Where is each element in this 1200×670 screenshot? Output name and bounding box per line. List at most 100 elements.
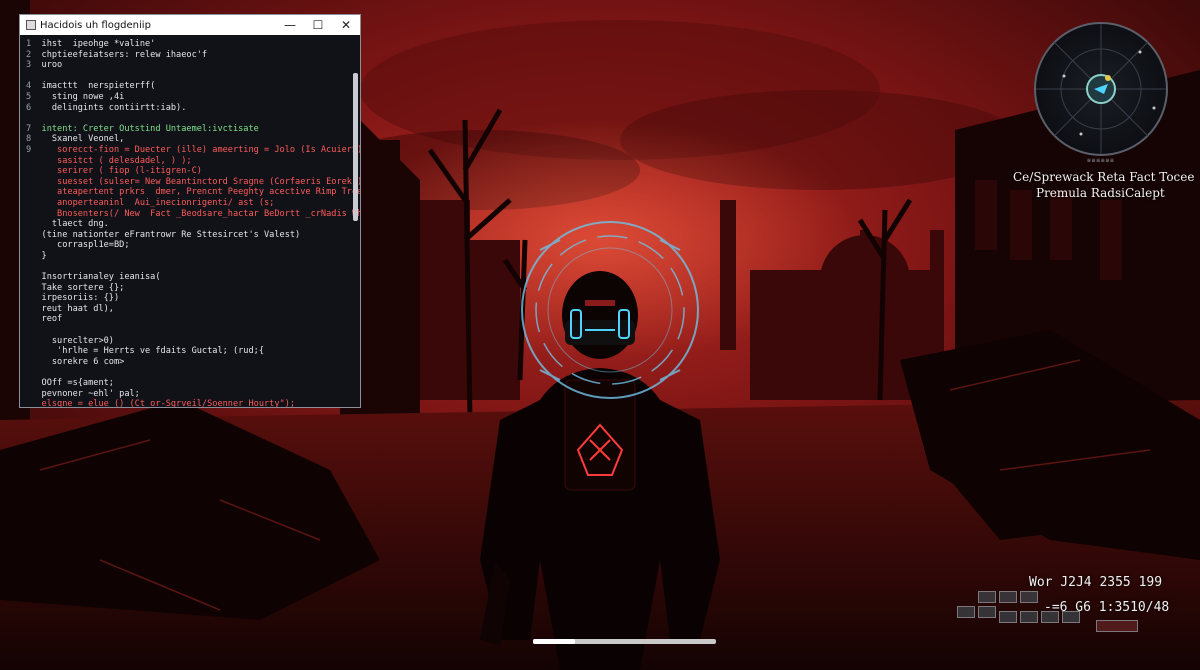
line-number — [26, 283, 42, 293]
code-line — [26, 113, 360, 124]
minimize-button[interactable]: — — [276, 15, 304, 35]
editor-scrollbar[interactable] — [353, 73, 358, 221]
code-line: serirer ( fiop (l-itigren-C) — [26, 166, 360, 177]
line-number — [26, 230, 42, 240]
line-text: intent: Creter Outstind Untaemel:ivctisa… — [41, 123, 259, 134]
player-marker-icon — [1086, 74, 1116, 104]
code-line: pevnoner ~ehl' pal; — [26, 389, 360, 400]
inventory-slot[interactable] — [1020, 611, 1038, 623]
objective-line-2: Premula RadsiCalept — [1036, 186, 1165, 200]
ammo-indicator — [1096, 620, 1138, 632]
code-line: (tine nationter eFrantrowr Re Sttesircet… — [26, 230, 360, 241]
line-number — [26, 219, 42, 229]
line-number — [26, 156, 42, 166]
line-text: irpesoriis: {}) — [41, 293, 120, 304]
code-line: OOff =s{ament; — [26, 378, 360, 389]
line-number: 9 — [26, 144, 42, 155]
progress-fill — [533, 639, 576, 644]
line-text: ihst ipeohge *valine' — [41, 39, 156, 49]
line-text: sorecct-fion = Duecter (ille) ameerting … — [41, 144, 361, 155]
line-text: sasitct ( delesdadel, ) ); — [41, 155, 192, 166]
app-icon — [26, 20, 36, 30]
inventory-slot[interactable] — [1020, 591, 1038, 603]
line-number — [26, 240, 42, 250]
code-line: sasitct ( delesdadel, ) ); — [26, 156, 360, 167]
line-number: 8 — [26, 134, 42, 145]
line-number: 3 — [26, 60, 42, 71]
line-text: Sxanel Veonel, — [41, 134, 125, 145]
line-number — [26, 293, 42, 303]
line-number — [26, 367, 42, 377]
code-line: elsqne = elue () (Ct or-Sgrveil/Soenner … — [26, 399, 360, 408]
code-line — [26, 261, 360, 272]
close-button[interactable]: ✕ — [332, 15, 360, 35]
code-area[interactable]: 1 ihst ipeohge *valine' 2 chptieefeiatser… — [20, 35, 360, 408]
line-number — [26, 272, 42, 282]
code-line: irpesoriis: {}) — [26, 293, 360, 304]
stats-row-1: Wor J2J4 2355 199 — [1029, 575, 1163, 590]
line-text: Take sortere {}; — [41, 282, 125, 293]
code-line: 5 sting nowe ,4i — [26, 92, 360, 103]
line-text: uroo — [41, 60, 63, 71]
line-text: OOff =s{ament; — [41, 378, 114, 388]
inventory-slot[interactable] — [978, 606, 996, 618]
line-text: delingints contiirtt:iab). — [41, 102, 187, 113]
code-line: Take sortere {}; — [26, 283, 360, 294]
inventory-slot[interactable] — [957, 606, 975, 618]
maximize-button[interactable]: ☐ — [304, 15, 332, 35]
code-line — [26, 71, 360, 82]
code-line: 8 Sxanel Veonel, — [26, 134, 360, 145]
inventory-slot[interactable] — [999, 591, 1017, 603]
line-number — [26, 261, 42, 271]
line-number: 6 — [26, 102, 42, 113]
code-line: 6 delingints contiirtt:iab). — [26, 103, 360, 114]
line-text: chptieefeiatsers: relew ihaeoc'f — [41, 49, 208, 60]
line-number — [26, 346, 42, 356]
code-line: 4 imacttt nerspieterff( — [26, 81, 360, 92]
code-line: 7 intent: Creter Outstind Untaemel:ivcti… — [26, 124, 360, 135]
line-text: reof — [41, 314, 63, 325]
line-text: sorekre 6 com> — [41, 356, 125, 367]
code-editor-window[interactable]: Hacidois uh flogdeniip — ☐ ✕ 1 ihst ipeo… — [19, 14, 361, 408]
line-number: 7 — [26, 123, 42, 134]
objective-line-1: Ce/Sprewack Reta Fact Tocee — [1013, 170, 1195, 184]
code-line: anoperteaninl Aui_inecionrigenti/ ast (s… — [26, 198, 360, 209]
line-number — [26, 209, 42, 219]
code-line: 3 uroo — [26, 60, 360, 71]
line-number: 5 — [26, 91, 42, 102]
code-line: sureclter>0) — [26, 336, 360, 347]
line-text: elsqne = elue () (Ct or-Sgrveil/Soenner … — [41, 399, 296, 408]
line-text: pevnoner ~ehl' pal; — [41, 388, 140, 399]
line-text — [42, 71, 47, 81]
code-line: } — [26, 251, 360, 262]
code-line: 'hrlhe = Herrts ve fdaits Guctal; (rud;{ — [26, 346, 360, 357]
line-number — [26, 198, 42, 208]
line-text — [42, 261, 47, 271]
line-number — [26, 357, 42, 367]
inventory-slot[interactable] — [1062, 611, 1080, 623]
line-number — [26, 389, 42, 399]
code-line: sorekre 6 com> — [26, 357, 360, 368]
minimap-label: ≡≡≡≡≡≡ — [1087, 157, 1115, 164]
code-line: 9 sorecct-fion = Duecter (ille) ameertin… — [26, 145, 360, 156]
minimap[interactable] — [1034, 22, 1168, 156]
line-number — [26, 325, 42, 335]
line-number — [26, 251, 42, 261]
line-text: sting nowe ,4i — [41, 91, 125, 102]
line-text: ateapertent prkrs dmer, Prencnt Peeghty … — [41, 187, 361, 198]
line-text: anoperteaninl Aui_inecionrigenti/ ast (s… — [41, 197, 275, 208]
editor-titlebar[interactable]: Hacidois uh flogdeniip — ☐ ✕ — [20, 15, 360, 35]
line-text: suesset (sulser= New Beantinctord Sragne… — [57, 176, 360, 187]
code-line — [26, 367, 360, 378]
line-text: (tine nationter eFrantrowr Re Sttesircet… — [41, 229, 301, 240]
line-text: 'hrlhe = Herrts ve fdaits Guctal; (rud;{ — [41, 346, 265, 357]
code-line: ateapertent prkrs dmer, Prencnt Peeghty … — [26, 187, 360, 198]
line-number — [26, 71, 42, 81]
code-line: suesset (sulser= New Beantinctord Sragne… — [26, 177, 360, 188]
code-line: 2 chptieefeiatsers: relew ihaeoc'f — [26, 50, 360, 61]
editor-title: Hacidois uh flogdeniip — [40, 19, 151, 31]
inventory-slot[interactable] — [1041, 611, 1059, 623]
inventory-slot[interactable] — [999, 611, 1017, 623]
line-text: imacttt nerspieterff( — [41, 81, 156, 92]
inventory-slot[interactable] — [978, 591, 996, 603]
